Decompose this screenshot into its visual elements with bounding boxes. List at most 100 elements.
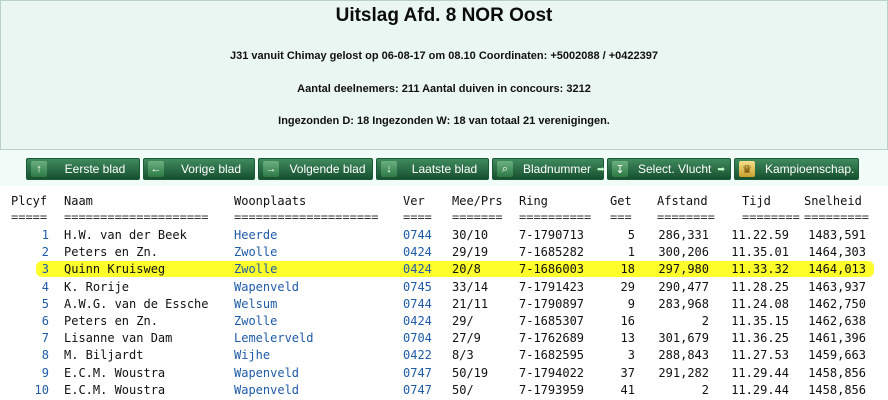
cell-snel: 1463,937	[808, 279, 866, 294]
cell-tijd: 11.27.53	[731, 348, 789, 363]
cell-mee: 27/9	[452, 331, 481, 346]
cell-tijd: 11.28.25	[731, 279, 789, 294]
table-row: 9 E.C.M. Woustra Wapenveld 0747 50/19 7-17940…	[0, 365, 888, 381]
separator: ===	[610, 210, 632, 224]
cell-get: 18	[620, 262, 635, 277]
arrow-up-icon: ↑	[31, 161, 47, 177]
separator: ========	[657, 210, 715, 224]
cell-tijd: 11.29.44	[731, 382, 789, 397]
column-header: Mee/Prs	[452, 194, 503, 208]
cell-ring: 7-1790713	[519, 228, 585, 242]
bladnummer-button[interactable]: ⌕ Bladnummer ➡	[492, 158, 605, 180]
column-header: Snelheid	[804, 194, 862, 208]
cell-woon: Lemelerveld	[234, 331, 314, 346]
arrow-down-icon: ↓	[381, 161, 397, 177]
cell-ver: 0424	[403, 262, 432, 277]
cell-snel: 1458,856	[808, 365, 866, 380]
toolbar-button-label: Select. Vlucht	[638, 162, 712, 176]
cell-naam: Peters en Zn.	[64, 245, 158, 260]
table-row: 8 M. Biljardt Wijhe 0422 8/3 7-1682595 3 288,84…	[0, 347, 888, 363]
table-row: 2 Peters en Zn. Zwolle 0424 29/19 7-1685282 1 3…	[0, 244, 888, 260]
cell-woon: Welsum	[234, 296, 278, 311]
cell-get: 41	[620, 382, 635, 397]
column-header: Woonplaats	[234, 194, 307, 208]
cell-snel: 1459,663	[808, 348, 866, 363]
cell-ver: 0747	[403, 382, 432, 397]
cell-afst: 288,843	[658, 348, 709, 363]
column-header: Plcyf	[11, 194, 48, 208]
cell-woon: Wapenveld	[234, 279, 300, 294]
cell-afst: 2	[701, 382, 709, 397]
separator: ========	[742, 210, 800, 224]
table-row: 1 H.W. van der Beek Heerde 0744 30/10 7-17907…	[0, 227, 888, 243]
cell-get: 37	[620, 365, 635, 380]
column-header: Naam	[64, 194, 93, 208]
cell-plc: 8	[41, 348, 49, 363]
cell-naam: A.W.G. van de Essche	[64, 296, 209, 311]
cell-ring: 7-1682595	[519, 348, 585, 363]
entries-info: Ingezonden D: 18 Ingezonden W: 18 van to…	[278, 115, 610, 127]
select-button[interactable]: ↧ Select. Vlucht ➡	[607, 158, 731, 180]
cell-plc: 4	[41, 279, 49, 294]
cell-naam: Peters en Zn.	[64, 314, 158, 328]
table-row: 4 K. Rorije Wapenveld 0745 33/14 7-1791423 29 2…	[0, 279, 888, 295]
separator: ====================	[234, 210, 379, 224]
cell-ring: 7-1685282	[519, 245, 585, 260]
cell-afst: 283,968	[658, 296, 709, 311]
cell-tijd: 11.33.32	[731, 262, 789, 277]
cell-naam: M. Biljardt	[64, 348, 144, 363]
volgende-button[interactable]: → Volgende blad	[258, 158, 373, 180]
cell-plc: 6	[41, 314, 49, 328]
toolbar-button-label: Vorige blad	[180, 162, 242, 176]
eerste-button[interactable]: ↑ Eerste blad	[26, 158, 140, 180]
cell-snel: 1483,591	[808, 228, 866, 242]
cell-ver: 0704	[403, 331, 432, 346]
cell-tijd: 11.22.59	[731, 228, 789, 242]
results-table: Plcyf Naam Woonplaats Ver Mee/Prs Ring Get Afst…	[0, 186, 888, 400]
cell-ring: 7-1790897	[519, 296, 585, 311]
cell-snel: 1461,396	[808, 331, 866, 346]
cell-ring: 7-1791423	[519, 279, 585, 294]
cell-woon: Zwolle	[234, 262, 278, 277]
vorige-button[interactable]: ← Vorige blad	[143, 158, 255, 180]
crown-icon: ♛	[739, 161, 755, 177]
cell-ver: 0422	[403, 348, 432, 363]
arrow-right-icon: →	[263, 161, 279, 177]
cell-woon: Zwolle	[234, 314, 278, 328]
separator: =========	[804, 210, 870, 224]
chevron-right-icon: ➡	[717, 163, 725, 174]
cell-snel: 1462,638	[808, 314, 866, 328]
separator: ====	[403, 210, 432, 224]
arrow-left-icon: ←	[148, 161, 164, 177]
table-row: 3 Quinn Kruisweg Zwolle 0424 20/8 7-1686003 18…	[0, 261, 888, 278]
separator: ==========	[519, 210, 592, 224]
column-header: Afstand	[657, 194, 708, 208]
cell-afst: 297,980	[658, 262, 709, 277]
cell-mee: 30/10	[452, 228, 489, 242]
cell-plc: 7	[41, 331, 49, 346]
cell-naam: H.W. van der Beek	[64, 228, 187, 242]
cell-afst: 300,206	[658, 245, 709, 260]
laatste-button[interactable]: ↓ Laatste blad	[376, 158, 489, 180]
cell-afst: 290,477	[658, 279, 709, 294]
separator: =======	[452, 210, 503, 224]
header-separator: ===== ==================== ===============…	[0, 209, 888, 225]
table-row: 6 Peters en Zn. Zwolle 0424 29/7-1685307 16 2 1…	[0, 313, 888, 329]
navigation-toolbar: ↑ Eerste blad ← Vorige blad → Volgende blad ↓ L…	[26, 158, 859, 182]
toolbar-button-label: Bladnummer	[523, 162, 592, 176]
cell-ring: 7-1685307	[519, 314, 585, 328]
cell-woon: Heerde	[234, 228, 278, 242]
cell-mee: 33/14	[452, 279, 489, 294]
kampioen-button[interactable]: ♛ Kampioenschap.	[734, 158, 859, 180]
cell-get: 16	[620, 314, 635, 328]
cell-snel: 1462,750	[808, 296, 866, 311]
chevron-right-icon: ➡	[597, 163, 605, 174]
table-row: 5 A.W.G. van de Essche Welsum 0744 21/11 7-17…	[0, 296, 888, 312]
column-header: Tijd	[742, 194, 771, 208]
flight-info: J31 vanuit Chimay gelost op 06-08-17 om …	[230, 50, 658, 62]
cell-mee: 50/	[452, 382, 474, 397]
cell-snel: 1464,013	[808, 262, 866, 277]
cell-plc: 5	[41, 296, 49, 311]
cell-afst: 301,679	[658, 331, 709, 346]
cell-ver: 0744	[403, 228, 432, 242]
